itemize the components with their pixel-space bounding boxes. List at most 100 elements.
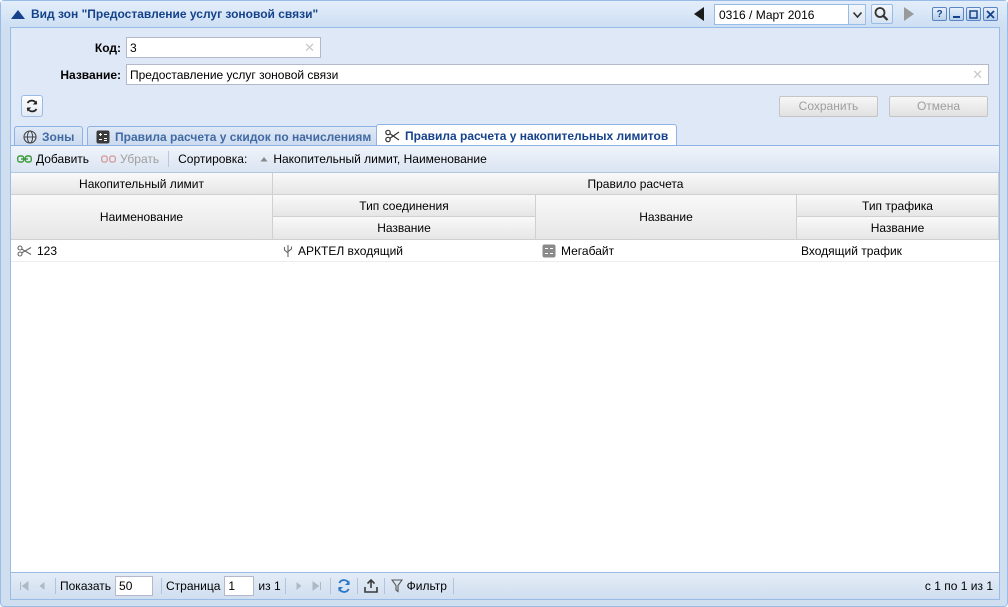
pager-separator (161, 578, 163, 594)
add-button-label: Добавить (36, 152, 90, 166)
window: Вид зон "Предоставление услуг зоновой св… (0, 0, 1008, 607)
first-page-button[interactable] (15, 577, 33, 595)
export-icon (363, 578, 378, 593)
clear-icon[interactable]: ✕ (972, 67, 983, 83)
last-page-button[interactable] (308, 577, 326, 595)
period-value: 0316 / Март 2016 (719, 7, 815, 22)
column-header-rule-name[interactable]: Название (536, 195, 797, 240)
tab-limit-rules[interactable]: Правила расчета у накопительных лимитов (376, 124, 678, 146)
previous-page-icon (39, 582, 45, 590)
tab-strip: Зоны Правила расчета у скидок по начисле… (11, 124, 999, 146)
pager-separator (284, 578, 286, 594)
window-title: Вид зон "Предоставление услуг зоновой св… (11, 7, 318, 21)
filter-label: Фильтр (406, 579, 447, 593)
search-icon (874, 7, 889, 21)
cell-traffic-name: Входящий трафик (795, 240, 999, 262)
code-field[interactable]: 3 ✕ (126, 37, 321, 58)
chevron-down-icon[interactable] (848, 5, 865, 24)
filter-button[interactable]: Фильтр (389, 579, 449, 593)
first-page-icon (20, 581, 29, 591)
cell-limit-name: 123 (11, 240, 273, 262)
page-label: Страница (166, 579, 221, 593)
code-value: 3 (130, 40, 137, 55)
add-button[interactable]: Добавить (11, 152, 95, 166)
refresh-icon (26, 99, 38, 113)
usb-icon (283, 245, 293, 257)
arrow-left-icon (694, 7, 704, 21)
filter-icon (390, 579, 403, 593)
title-bar: Вид зон "Предоставление услуг зоновой св… (1, 1, 1007, 27)
next-page-icon (296, 582, 302, 590)
help-button[interactable]: ? (932, 7, 947, 21)
reload-icon (337, 579, 350, 593)
calculator-icon (96, 130, 110, 143)
column-header-name[interactable]: Наименование (11, 195, 273, 240)
pager-separator (452, 578, 454, 594)
maximize-button[interactable] (966, 7, 981, 21)
cell-rule-name: Мегабайт (536, 240, 797, 262)
previous-period-button[interactable] (689, 4, 709, 24)
period-select[interactable]: 0316 / Март 2016 (714, 4, 866, 25)
page-size-input[interactable]: 50 (115, 576, 154, 596)
pager-separator (55, 578, 56, 594)
name-label: Название: (60, 68, 121, 82)
next-period-button[interactable] (899, 4, 919, 24)
maximize-icon (969, 9, 978, 19)
cell-conn-name: АРКТЕЛ входящий (277, 240, 536, 262)
save-button[interactable]: Сохранить (779, 96, 878, 117)
remove-button-label: Убрать (120, 152, 160, 166)
remove-button[interactable]: Убрать (95, 152, 165, 166)
pager-separator (356, 578, 358, 594)
cancel-button[interactable]: Отмена (889, 96, 988, 117)
code-label: Код: (94, 41, 121, 55)
pager-separator (329, 578, 331, 594)
page-number-input[interactable]: 1 (224, 576, 255, 596)
group-header-rule: Правило расчета (273, 173, 999, 195)
window-title-text: Вид зон "Предоставление услуг зоновой св… (31, 7, 319, 21)
table-row[interactable]: 123 АРКТЕЛ входящий Мегабайт Входящий тр… (11, 240, 999, 262)
calculator-icon (542, 244, 556, 258)
name-field[interactable]: Предоставление услуг зоновой связи ✕ (126, 64, 989, 85)
pager-separator (383, 578, 385, 594)
minimize-button[interactable] (949, 7, 964, 21)
column-header-traffic-name[interactable]: Название (797, 217, 999, 240)
show-label: Показать (60, 579, 112, 593)
clear-icon[interactable]: ✕ (304, 40, 315, 56)
previous-page-button[interactable] (33, 577, 51, 595)
refresh-button[interactable] (21, 95, 43, 117)
sort-ascending-icon (260, 157, 268, 162)
grid-toolbar: Добавить Убрать Сортировка: Накопительны… (11, 146, 999, 173)
toolbar-separator (168, 151, 170, 167)
group-header-traffic-type: Тип трафика (797, 195, 999, 217)
limit-name-text: 123 (37, 244, 58, 258)
collapse-triangle-icon[interactable] (11, 9, 25, 19)
minimize-icon (953, 15, 960, 18)
close-icon (986, 9, 995, 19)
tab-zones[interactable]: Зоны (14, 126, 84, 146)
arrow-right-icon (904, 7, 914, 21)
page-count-label: из 1 (258, 579, 281, 593)
sort-value: Накопительный лимит, Наименование (273, 152, 487, 166)
group-header-conn-type: Тип соединения (273, 195, 536, 217)
tab-content: Добавить Убрать Сортировка: Накопительны… (11, 146, 999, 599)
export-button[interactable] (362, 577, 380, 595)
scissors-icon (17, 245, 32, 257)
column-header-conn-name[interactable]: Название (273, 217, 536, 240)
next-page-button[interactable] (290, 577, 308, 595)
reload-button[interactable] (335, 577, 353, 595)
paging-toolbar: Показать 50 Страница 1 из 1 Фильтр с 1 п… (11, 572, 999, 599)
help-icon: ? (936, 8, 943, 20)
close-button[interactable] (983, 7, 998, 21)
group-header-limit: Накопительный лимит (11, 173, 273, 195)
sort-indicator[interactable]: Накопительный лимит, Наименование (253, 152, 492, 166)
name-value: Предоставление услуг зоновой связи (130, 67, 339, 82)
rule-name-text: Мегабайт (561, 244, 615, 258)
search-button[interactable] (871, 4, 893, 24)
tab-discount-rules[interactable]: Правила расчета у скидок по начислениям (87, 126, 381, 146)
last-page-icon (312, 581, 321, 591)
scissors-icon (385, 129, 400, 142)
tab-zones-label: Зоны (42, 129, 75, 144)
link-remove-icon (101, 155, 116, 163)
sort-label: Сортировка: (178, 152, 248, 166)
link-add-icon (17, 155, 32, 163)
